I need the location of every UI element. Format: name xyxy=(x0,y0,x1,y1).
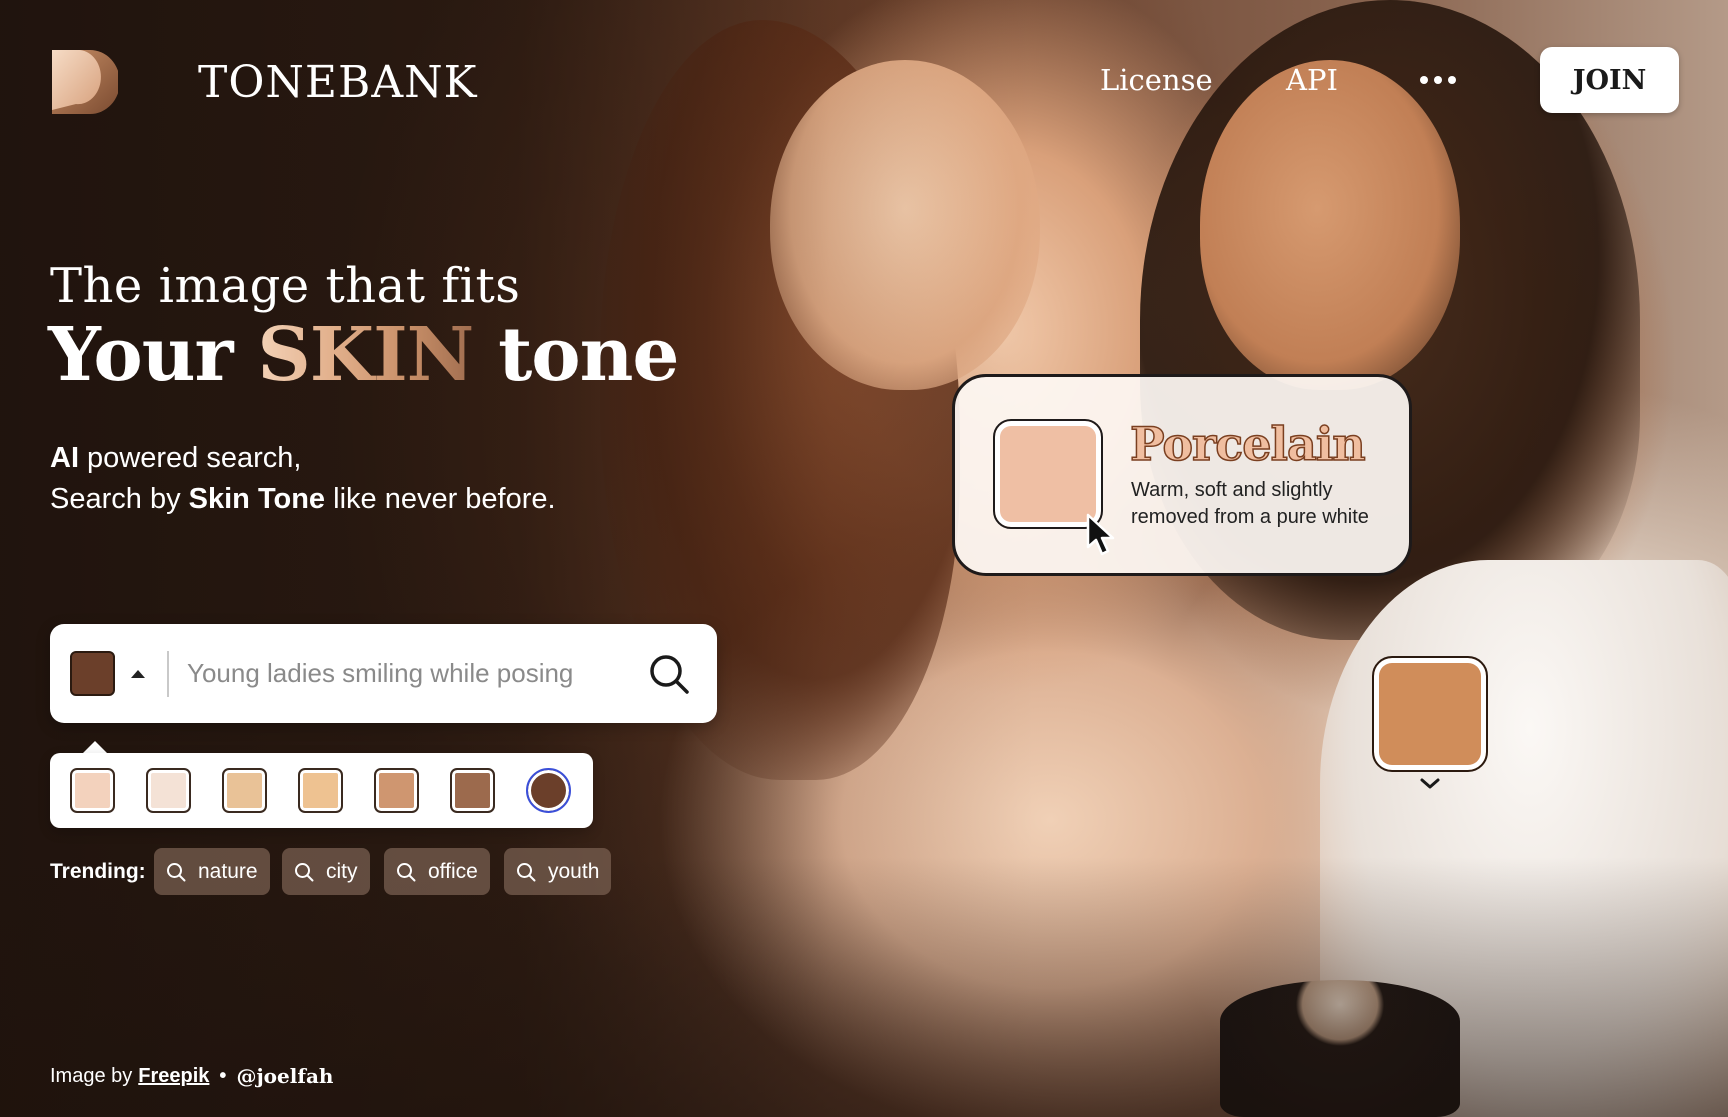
skin-tone-swatch[interactable] xyxy=(146,768,191,813)
search-icon xyxy=(517,862,536,881)
tone-info-card: Porcelain Warm, soft and slightly remove… xyxy=(952,374,1412,576)
subcopy-post-2: like never before. xyxy=(325,483,556,515)
subcopy-line-1: AI powered search, xyxy=(50,438,556,479)
trending-chip-city[interactable]: city xyxy=(282,848,370,895)
tonebank-logo-icon xyxy=(52,50,118,114)
hero-subcopy: AI powered search, Search by Skin Tone l… xyxy=(50,438,556,520)
headline-line-2: Your SKIN tone xyxy=(48,312,680,398)
brand-name: TONEBANK xyxy=(198,56,478,108)
cursor-arrow-icon xyxy=(1086,513,1115,556)
hero-background-photo xyxy=(0,0,1728,1117)
skin-tone-swatch[interactable] xyxy=(526,768,571,813)
search-icon xyxy=(167,862,186,881)
caret-up-icon xyxy=(131,669,145,678)
headline-tone: tone xyxy=(473,312,679,398)
trending-chip-label: office xyxy=(428,859,478,883)
search-icon xyxy=(295,862,314,881)
tone-card-description: Warm, soft and slightly removed from a p… xyxy=(1131,479,1369,528)
image-credit: Image by Freepik • @joelfah xyxy=(50,1064,333,1088)
subcopy-line-2: Search by Skin Tone like never before. xyxy=(50,479,556,520)
credit-source-link[interactable]: Freepik xyxy=(138,1065,209,1088)
search-icon xyxy=(397,862,416,881)
brand-logo[interactable]: TONEBANK xyxy=(50,48,478,116)
skin-tone-swatch[interactable] xyxy=(222,768,267,813)
more-dots-icon[interactable] xyxy=(1420,76,1456,84)
search-button[interactable] xyxy=(641,646,697,702)
headline-your: Your xyxy=(48,312,258,398)
subcopy-skin-tone: Skin Tone xyxy=(188,483,326,515)
dot xyxy=(1448,76,1456,84)
trending-label: Trending: xyxy=(50,860,146,883)
skin-tone-swatch-tray xyxy=(50,753,593,828)
search-icon xyxy=(650,654,689,694)
trending-chip-youth[interactable]: youth xyxy=(504,848,612,895)
nav-license-link[interactable]: License xyxy=(1100,63,1213,97)
trending-chip-office[interactable]: office xyxy=(384,848,490,895)
dot xyxy=(1420,76,1428,84)
trending-chip-label: youth xyxy=(548,859,600,883)
current-tone-swatch xyxy=(70,651,115,696)
skin-tone-swatch[interactable] xyxy=(450,768,495,813)
tone-selector-dropdown[interactable] xyxy=(70,651,145,696)
join-button[interactable]: JOIN xyxy=(1540,47,1679,113)
skin-tone-swatch[interactable] xyxy=(70,768,115,813)
trending-chip-nature[interactable]: nature xyxy=(154,848,270,895)
floating-tone-swatch[interactable] xyxy=(1372,656,1488,772)
headline-line-1: The image that fits xyxy=(50,258,521,314)
skin-tone-swatch[interactable] xyxy=(374,768,419,813)
trending-chip-label: nature xyxy=(198,859,258,883)
credit-prefix: Image by xyxy=(50,1064,133,1087)
tone-card-title: Porcelain xyxy=(1129,416,1366,472)
headline-skin-word: SKIN xyxy=(257,312,474,398)
subcopy-pre-2: Search by xyxy=(50,483,189,515)
skin-tone-swatch[interactable] xyxy=(298,768,343,813)
credit-handle[interactable]: @joelfah xyxy=(236,1064,333,1088)
dot xyxy=(1434,76,1442,84)
nav-api-link[interactable]: API xyxy=(1286,63,1338,97)
subcopy-ai: AI xyxy=(50,442,79,474)
search-input[interactable] xyxy=(187,658,641,689)
credit-separator: • xyxy=(219,1064,227,1087)
chevron-down-icon[interactable] xyxy=(1419,777,1441,791)
subcopy-rest-1: powered search, xyxy=(79,442,302,474)
search-divider xyxy=(167,650,169,697)
trending-chip-label: city xyxy=(326,859,358,883)
search-bar xyxy=(50,624,717,723)
